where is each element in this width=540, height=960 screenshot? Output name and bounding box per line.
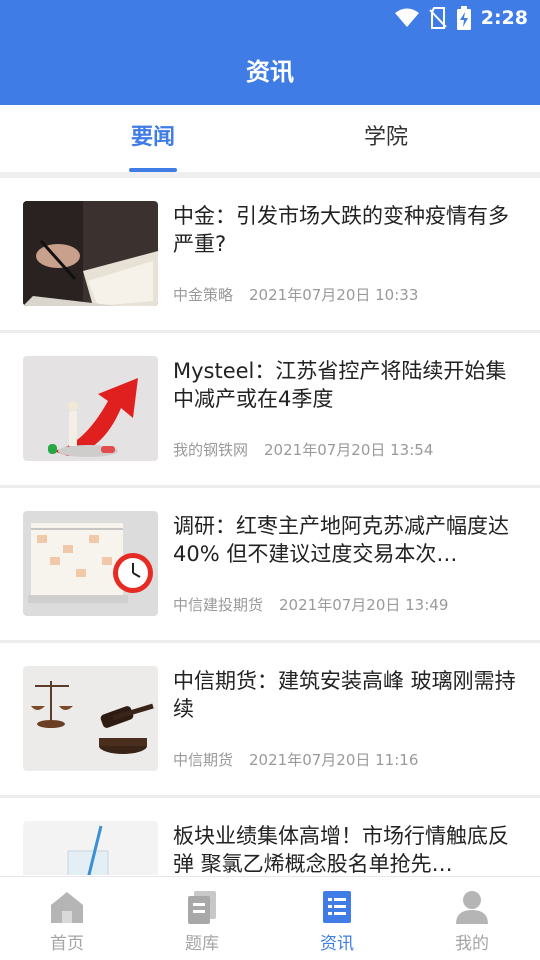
news-date: 2021年07月20日 13:54: [264, 441, 434, 459]
status-icons: 2:28: [394, 6, 528, 30]
news-thumbnail: [23, 511, 158, 616]
news-title: Mysteel：江苏省控产将陆续开始集中减产或在4季度: [173, 359, 507, 411]
nav-label: 我的: [455, 934, 489, 954]
news-item[interactable]: 中信期货：建筑安装高峰 玻璃刚需持续 中信期货 2021年07月20日 11:16: [0, 643, 540, 798]
news-source: 中信期货: [173, 751, 234, 769]
question-bank-icon: [188, 891, 216, 924]
news-thumbnail: [23, 666, 158, 771]
news-icon: [323, 891, 351, 923]
tab-news[interactable]: 要闻: [63, 105, 243, 173]
news-thumbnail: [23, 201, 158, 306]
news-title: 板块业绩集体高增！市场行情触底反弹 聚氯乙烯概念股名单抢先…: [173, 824, 509, 875]
no-sim-icon: [429, 7, 447, 29]
news-item[interactable]: 中金：引发市场大跌的变种疫情有多严重? 中金策略 2021年07月20日 10:3…: [0, 178, 540, 333]
news-meta: 中信期货 2021年07月20日 11:16: [173, 749, 418, 770]
news-item[interactable]: Mysteel：江苏省控产将陆续开始集中减产或在4季度 我的钢铁网 2021年07…: [0, 333, 540, 488]
news-title: 中信期货：建筑安装高峰 玻璃刚需持续: [173, 669, 516, 721]
news-item[interactable]: 调研：红枣主产地阿克苏减产幅度达40% 但不建议过度交易本次… 中信建投期货 20…: [0, 488, 540, 643]
battery-charging-icon: [456, 6, 471, 30]
news-item[interactable]: 板块业绩集体高增！市场行情触底反弹 聚氯乙烯概念股名单抢先…: [0, 798, 540, 875]
app-header: 2:28 资讯: [0, 0, 540, 105]
page-title: 资讯: [246, 58, 294, 86]
nav-label: 资讯: [320, 934, 354, 954]
news-date: 2021年07月20日 11:16: [249, 751, 419, 769]
news-source: 中金策略: [173, 286, 234, 304]
news-meta: 中金策略 2021年07月20日 10:33: [173, 284, 418, 305]
news-title: 中金：引发市场大跌的变种疫情有多严重?: [173, 204, 509, 256]
nav-question-bank[interactable]: 题库: [152, 877, 252, 960]
news-date: 2021年07月20日 10:33: [249, 286, 419, 304]
profile-icon: [456, 891, 488, 924]
wifi-icon: [394, 8, 419, 27]
status-bar: 2:28: [0, 0, 540, 36]
nav-label: 题库: [185, 934, 219, 954]
news-list[interactable]: 中金：引发市场大跌的变种疫情有多严重? 中金策略 2021年07月20日 10:3…: [0, 178, 540, 875]
news-meta: 我的钢铁网 2021年07月20日 13:54: [173, 439, 433, 460]
nav-news[interactable]: 资讯: [287, 877, 387, 960]
nav-profile[interactable]: 我的: [422, 877, 522, 960]
tab-bar: 要闻 学院: [0, 105, 540, 173]
news-source: 中信建投期货: [173, 596, 264, 614]
news-thumbnail: [23, 356, 158, 461]
status-time: 2:28: [480, 7, 528, 29]
news-thumbnail: [23, 821, 158, 875]
news-title: 调研：红枣主产地阿克苏减产幅度达40% 但不建议过度交易本次…: [173, 514, 509, 566]
nav-label: 首页: [50, 934, 84, 954]
bottom-nav: 首页 题库 资讯 我的: [0, 876, 540, 960]
news-meta: 中信建投期货 2021年07月20日 13:49: [173, 594, 448, 615]
news-date: 2021年07月20日 13:49: [279, 596, 449, 614]
news-source: 我的钢铁网: [173, 441, 249, 459]
home-icon: [51, 892, 83, 923]
tab-academy[interactable]: 学院: [296, 105, 476, 173]
nav-home[interactable]: 首页: [17, 877, 117, 960]
